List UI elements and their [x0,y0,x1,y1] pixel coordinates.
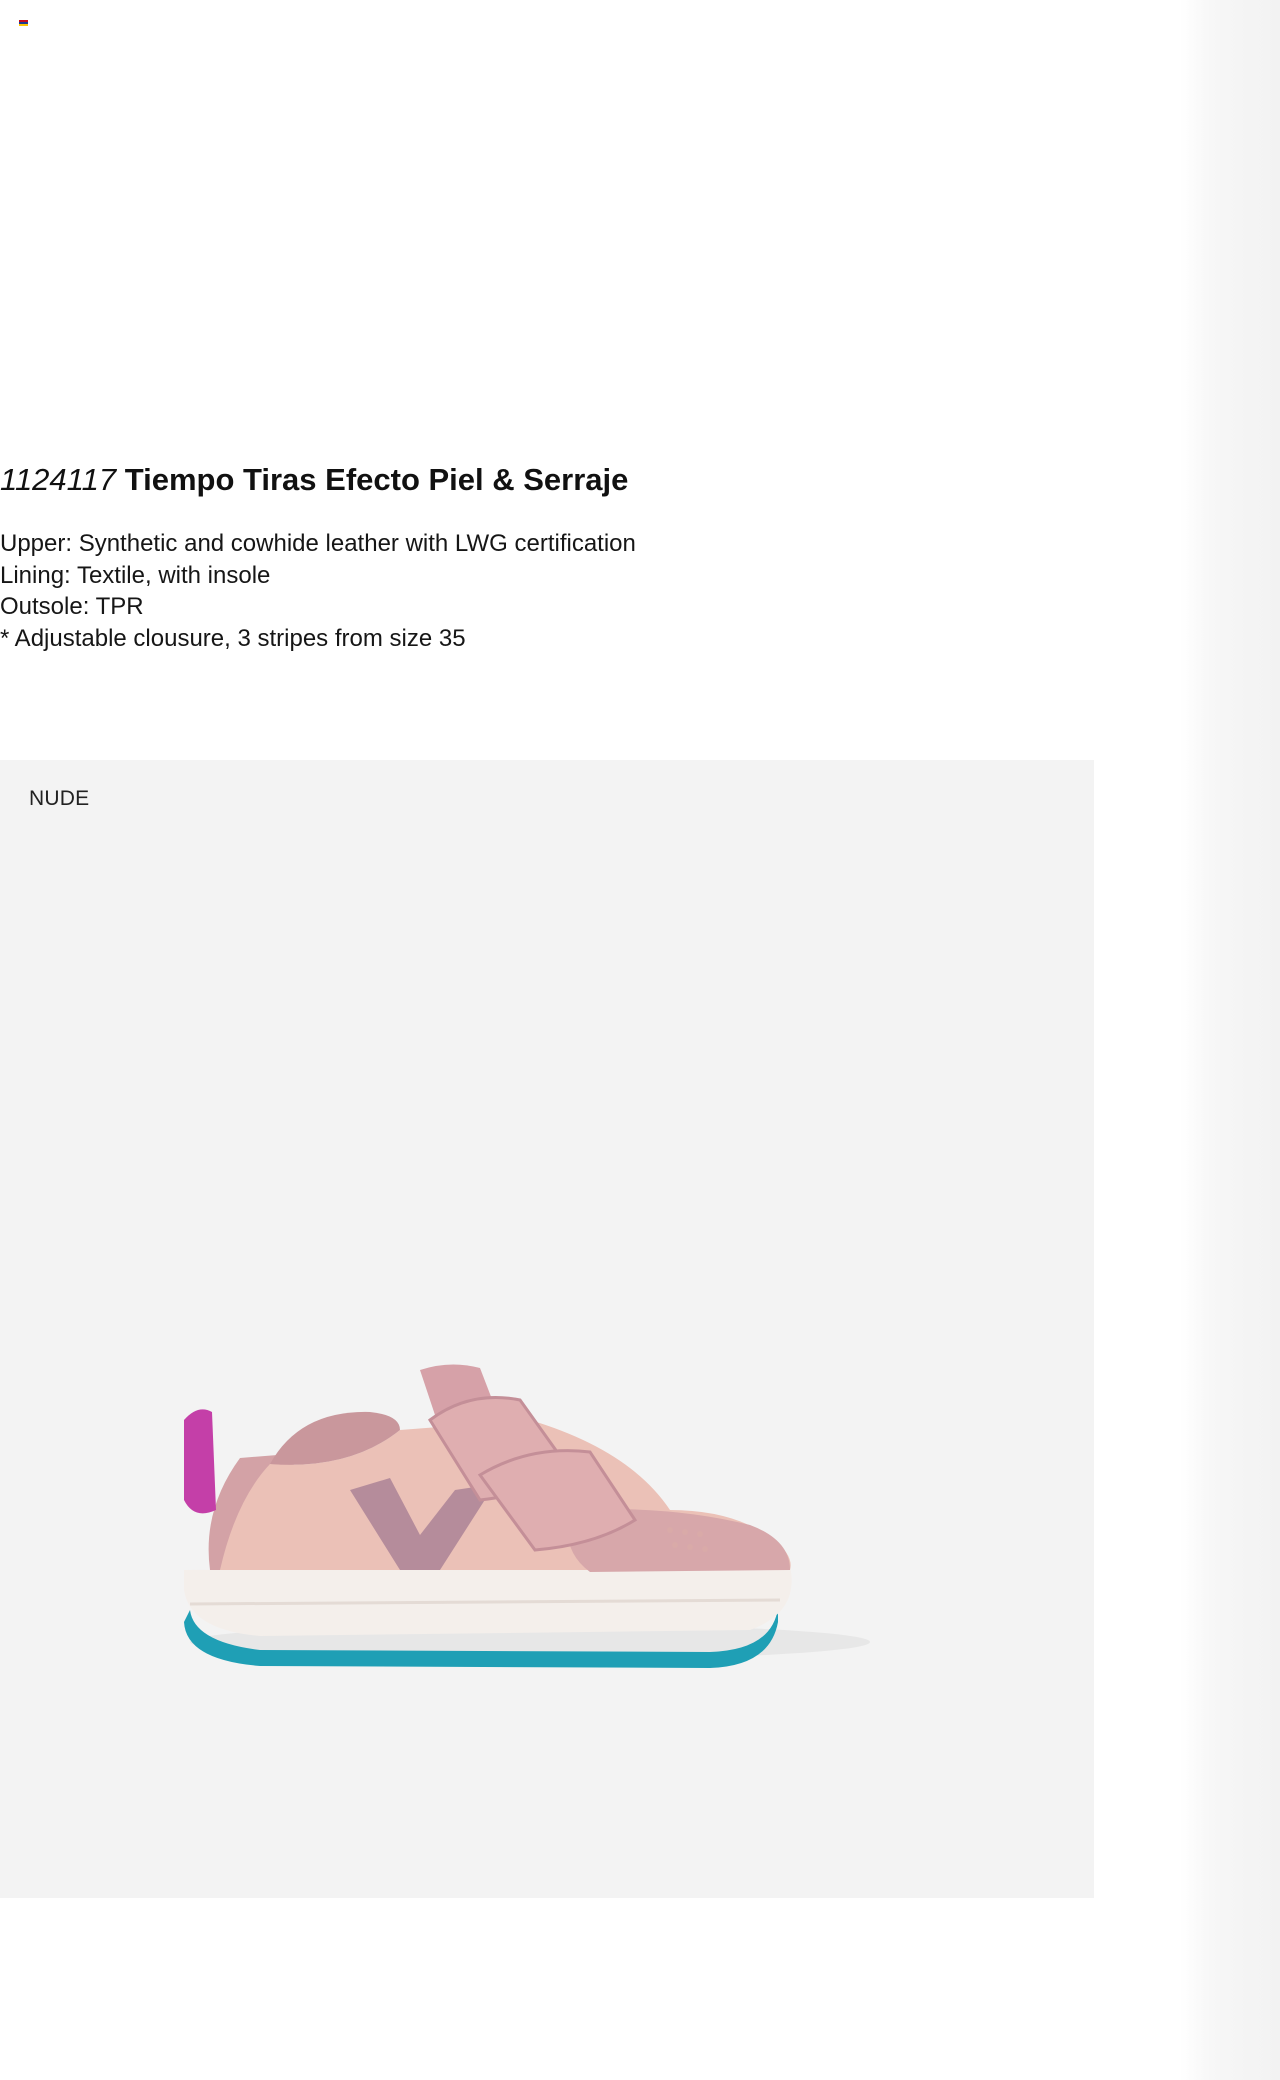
spec-upper: Upper: Synthetic and cowhide leather wit… [0,530,636,557]
flag-icon[interactable] [19,20,28,26]
product-specs: Upper: Synthetic and cowhide leather wit… [0,528,636,654]
spec-lining: Lining: Textile, with insole [0,561,271,589]
spec-closure: * Adjustable clousure, 3 stripes from si… [0,624,466,652]
shoe-image [184,1364,870,1668]
product-name: Tiempo Tiras Efecto Piel & Serraje [124,462,629,497]
color-variant-card[interactable]: NUDE [0,760,1094,1898]
product-title: 1124117 Tiempo Tiras Efecto Piel & Serra… [0,458,628,502]
spec-outsole: Outsole: TPR [0,593,144,620]
product-reference: 1124117 [0,462,117,497]
color-label: NUDE [29,787,90,810]
right-edge-shadow [1180,0,1280,2080]
